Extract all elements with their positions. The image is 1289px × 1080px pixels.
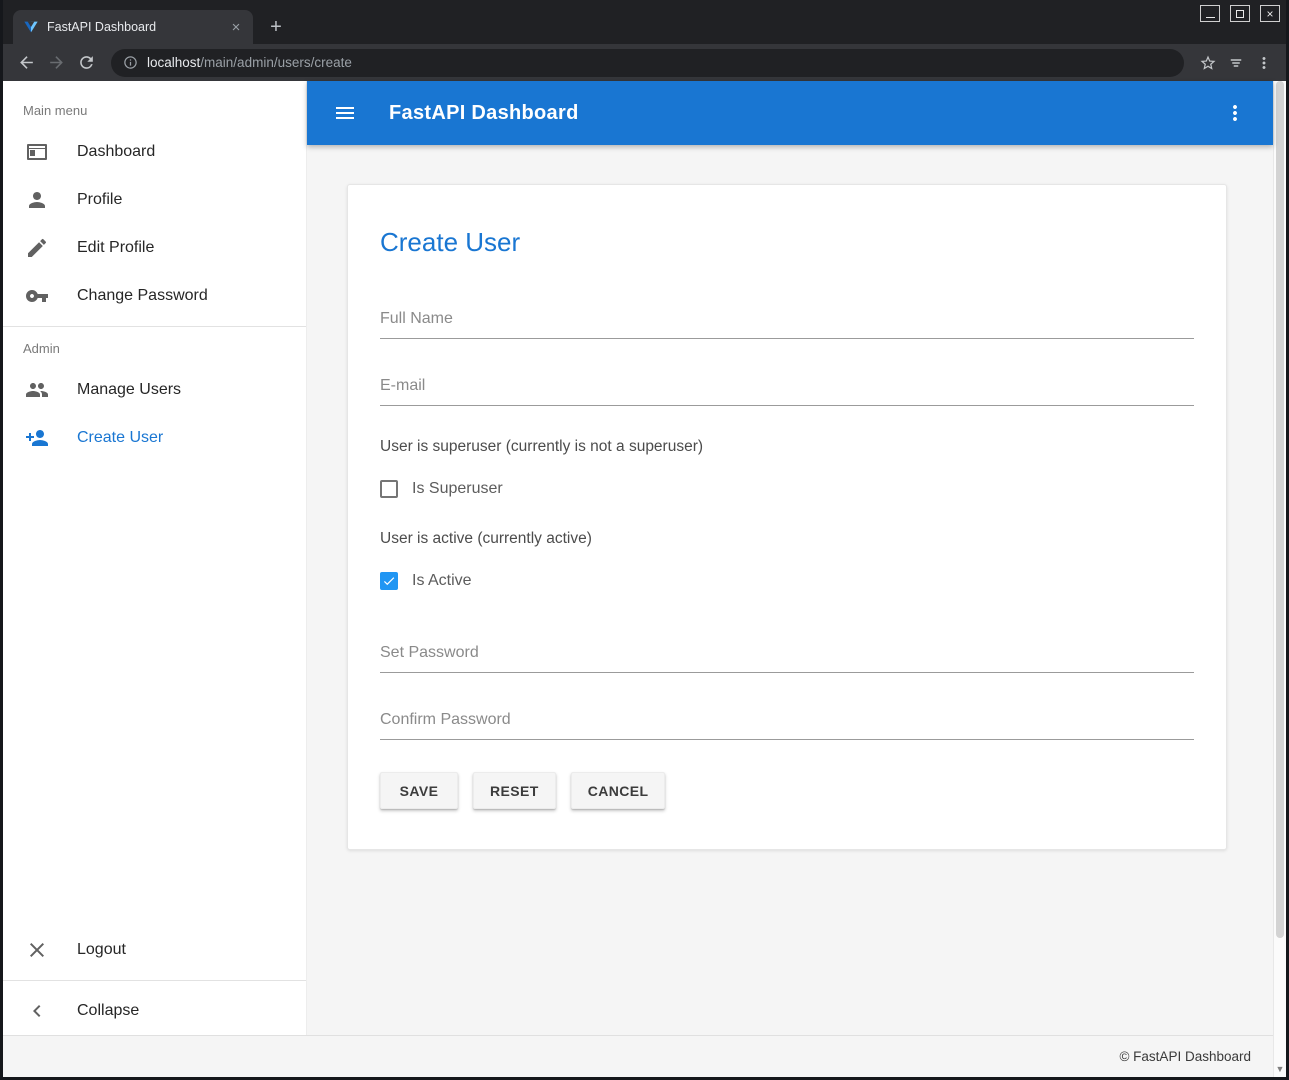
info-icon[interactable] bbox=[123, 55, 138, 70]
window-controls: × bbox=[1200, 5, 1280, 22]
sidebar-item-label: Dashboard bbox=[77, 143, 155, 161]
tab-title: FastAPI Dashboard bbox=[47, 20, 227, 34]
sidebar-item-profile[interactable]: Profile bbox=[3, 176, 306, 224]
set-password-field[interactable] bbox=[380, 638, 1194, 673]
sidebar-item-logout[interactable]: Logout bbox=[3, 926, 306, 974]
url-path: /main/admin/users/create bbox=[200, 55, 352, 70]
browser-kebab-menu-icon[interactable] bbox=[1250, 49, 1278, 77]
url-text: localhost/main/admin/users/create bbox=[147, 55, 352, 70]
people-icon bbox=[25, 378, 49, 402]
form-buttons: SAVE RESET CANCEL bbox=[380, 772, 1194, 809]
is-superuser-checkbox[interactable]: Is Superuser bbox=[380, 472, 1194, 506]
pencil-icon bbox=[25, 236, 49, 260]
sidebar-section-main-menu: Main menu bbox=[3, 95, 306, 128]
sidebar-item-label: Create User bbox=[77, 429, 163, 447]
sidebar-item-label: Collapse bbox=[77, 1002, 139, 1020]
create-user-card: Create User User is superuser (currently… bbox=[347, 184, 1227, 850]
checkbox-checked-icon bbox=[380, 572, 398, 590]
checkbox-unchecked-icon bbox=[380, 480, 398, 498]
reset-button[interactable]: RESET bbox=[473, 772, 556, 809]
sidebar-item-label: Profile bbox=[77, 191, 122, 209]
window-maximize-button[interactable] bbox=[1230, 5, 1250, 22]
is-active-checkbox[interactable]: Is Active bbox=[380, 564, 1194, 598]
browser-toolbar: localhost/main/admin/users/create bbox=[3, 44, 1286, 81]
sidebar-item-label: Edit Profile bbox=[77, 239, 154, 257]
full-name-field[interactable] bbox=[380, 304, 1194, 339]
email-field[interactable] bbox=[380, 371, 1194, 406]
close-x-icon bbox=[25, 938, 49, 962]
sidebar-item-change-password[interactable]: Change Password bbox=[3, 272, 306, 320]
browser-tab[interactable]: FastAPI Dashboard × bbox=[13, 10, 253, 44]
forward-icon[interactable] bbox=[41, 48, 71, 78]
browser-window: FastAPI Dashboard × + × localhost/main/a… bbox=[0, 0, 1289, 1080]
scrollbar-down-arrow-icon[interactable]: ▼ bbox=[1274, 1065, 1286, 1074]
web-page: Main menu Dashboard Profile bbox=[3, 81, 1286, 1077]
reload-icon[interactable] bbox=[71, 48, 101, 78]
browser-extensions-icon[interactable] bbox=[1222, 49, 1250, 77]
vuetify-favicon-icon bbox=[23, 19, 39, 35]
active-hint: User is active (currently active) bbox=[380, 530, 1194, 548]
confirm-password-field[interactable] bbox=[380, 705, 1194, 740]
bookmark-star-icon[interactable] bbox=[1194, 49, 1222, 77]
address-bar[interactable]: localhost/main/admin/users/create bbox=[111, 49, 1184, 77]
sidebar-section-admin: Admin bbox=[3, 333, 306, 366]
sidebar-item-label: Manage Users bbox=[77, 381, 181, 399]
new-tab-button[interactable]: + bbox=[261, 12, 291, 42]
scrollbar[interactable]: ▼ bbox=[1273, 81, 1286, 1077]
tab-close-icon[interactable]: × bbox=[227, 18, 245, 36]
app-bar: FastAPI Dashboard bbox=[307, 81, 1273, 145]
footer-text: © FastAPI Dashboard bbox=[1119, 1049, 1251, 1064]
sidebar-divider bbox=[3, 326, 306, 327]
checkbox-label: Is Active bbox=[412, 572, 472, 590]
superuser-hint: User is superuser (currently is not a su… bbox=[380, 438, 1194, 456]
scrollbar-thumb[interactable] bbox=[1276, 81, 1284, 938]
person-icon bbox=[25, 188, 49, 212]
page-title: Create User bbox=[380, 227, 1194, 258]
window-minimize-button[interactable] bbox=[1200, 5, 1220, 22]
person-add-icon bbox=[25, 426, 49, 450]
checkbox-label: Is Superuser bbox=[412, 480, 503, 498]
sidebar-divider bbox=[3, 980, 306, 981]
key-icon bbox=[25, 284, 49, 308]
hamburger-menu-icon[interactable] bbox=[323, 91, 367, 135]
chevron-left-icon bbox=[25, 999, 49, 1023]
sidebar-item-manage-users[interactable]: Manage Users bbox=[3, 366, 306, 414]
sidebar: Main menu Dashboard Profile bbox=[3, 81, 307, 1035]
window-close-button[interactable]: × bbox=[1260, 5, 1280, 22]
sidebar-item-dashboard[interactable]: Dashboard bbox=[3, 128, 306, 176]
sidebar-item-label: Logout bbox=[77, 941, 126, 959]
sidebar-item-label: Change Password bbox=[77, 287, 208, 305]
url-host: localhost bbox=[147, 55, 200, 70]
content-area: Create User User is superuser (currently… bbox=[307, 145, 1273, 1035]
appbar-kebab-menu-icon[interactable] bbox=[1213, 91, 1257, 135]
cancel-button[interactable]: CANCEL bbox=[571, 772, 666, 809]
page-footer: © FastAPI Dashboard bbox=[3, 1035, 1273, 1077]
main-area: FastAPI Dashboard Create User User is su… bbox=[307, 81, 1273, 1035]
sidebar-item-edit-profile[interactable]: Edit Profile bbox=[3, 224, 306, 272]
appbar-title: FastAPI Dashboard bbox=[389, 102, 579, 125]
sidebar-item-collapse[interactable]: Collapse bbox=[3, 987, 306, 1035]
sidebar-item-create-user[interactable]: Create User bbox=[3, 414, 306, 462]
dashboard-icon bbox=[25, 140, 49, 164]
save-button[interactable]: SAVE bbox=[380, 772, 458, 809]
browser-titlebar: FastAPI Dashboard × + × bbox=[3, 0, 1286, 44]
back-icon[interactable] bbox=[11, 48, 41, 78]
